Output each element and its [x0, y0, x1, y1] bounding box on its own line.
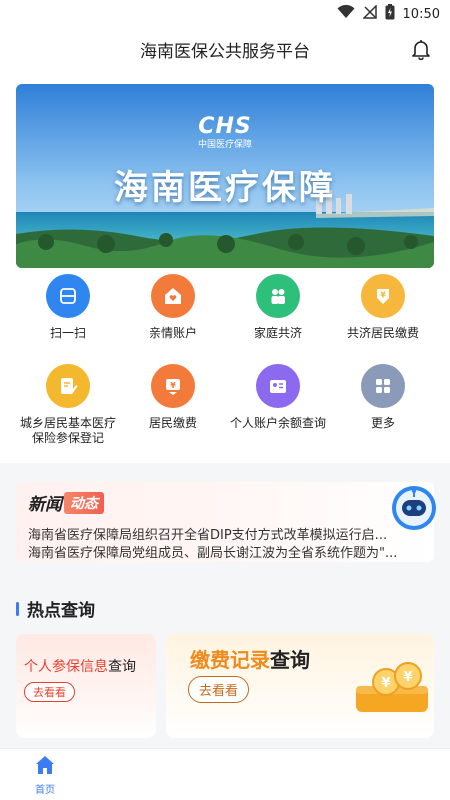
banner-carousel[interactable]: CHS 中国医疗保障 海南医疗保障 [16, 84, 434, 268]
news-header: 新闻 动态 [28, 490, 104, 515]
coin-down-icon: ¥ [361, 274, 405, 318]
edit-doc-icon [46, 364, 90, 408]
news-item[interactable]: 海南省医疗保障局党组成员、副局长谢江波为全省系统作题为"... [28, 542, 428, 561]
bell-icon[interactable] [410, 38, 432, 61]
payment-record-card[interactable]: 缴费记录查询 去看看 ¥ ¥ [166, 634, 434, 738]
svg-text:¥: ¥ [381, 676, 390, 691]
more-grid-icon [361, 364, 405, 408]
svg-text:¥: ¥ [403, 670, 412, 685]
status-bar: 10:50 [0, 0, 450, 28]
card-title-rest: 查询 [108, 659, 136, 675]
service-more[interactable]: 更多 [327, 364, 439, 431]
yuan-download-icon: ¥ [151, 364, 195, 408]
home-heart-icon [151, 274, 195, 318]
tab-home[interactable]: 首页 [22, 755, 68, 796]
family-icon [256, 274, 300, 318]
account-card-icon [256, 364, 300, 408]
hot-section-header: 热点查询 [16, 596, 95, 621]
chs-logo-subtitle: 中国医疗保障 [197, 140, 252, 150]
service-label: 家庭共济 [253, 326, 302, 340]
app-header: 海南医保公共服务平台 [0, 28, 450, 70]
service-family-account[interactable]: 亲情账户 [117, 274, 229, 341]
service-mutual-payment[interactable]: ¥ 共济居民缴费 [327, 274, 439, 341]
svg-text:¥: ¥ [170, 381, 176, 390]
service-label: 更多 [370, 416, 395, 430]
bottom-tab-bar: 首页 [0, 748, 450, 800]
service-label: 亲情账户 [148, 326, 197, 340]
news-item[interactable]: 海南省医疗保障局组织召开全省DIP支付方式改革模拟运行启... [28, 524, 428, 543]
scan-icon [46, 274, 90, 318]
card-title-rest: 查询 [270, 648, 310, 672]
service-account-balance[interactable]: 个人账户余额查询 [222, 364, 334, 431]
go-see-button[interactable]: 去看看 [188, 676, 250, 703]
no-signal-icon [361, 4, 377, 23]
chs-logo: CHS [198, 114, 252, 139]
service-label: 城乡居民基本医疗保险参保登记 [19, 416, 116, 445]
service-enrollment[interactable]: 城乡居民基本医疗保险参保登记 [12, 364, 124, 446]
news-panel[interactable]: 新闻 动态 海南省医疗保障局组织召开全省DIP支付方式改革模拟运行启... 海南… [16, 482, 434, 562]
service-label: 共济居民缴费 [346, 326, 419, 340]
service-resident-payment[interactable]: ¥ 居民缴费 [117, 364, 229, 431]
card-title: 缴费记录查询 [190, 644, 310, 673]
go-see-button[interactable]: 去看看 [24, 682, 75, 702]
tab-home-label: 首页 [35, 785, 55, 796]
section-accent-bar [16, 601, 19, 616]
assistant-robot-icon[interactable] [390, 484, 438, 532]
service-label: 居民缴费 [148, 416, 197, 430]
svg-text:¥: ¥ [380, 291, 386, 300]
service-label: 个人账户余额查询 [229, 416, 326, 430]
card-title-accent: 个人参保信息 [24, 659, 108, 675]
service-scan[interactable]: 扫一扫 [12, 274, 124, 341]
wifi-icon [337, 4, 355, 23]
banner-headline: 海南医疗保障 [114, 168, 336, 208]
page-title: 海南医保公共服务平台 [140, 41, 310, 62]
news-tag: 动态 [64, 491, 104, 514]
battery-icon [385, 4, 395, 24]
wallet-coins-icon: ¥ ¥ [352, 652, 432, 732]
service-label: 扫一扫 [49, 326, 86, 340]
home-icon [34, 755, 56, 779]
card-title: 个人参保信息查询 [24, 656, 136, 676]
card-title-accent: 缴费记录 [190, 648, 270, 672]
news-brand: 新闻 [28, 495, 62, 515]
status-time: 10:50 [402, 6, 440, 22]
hot-section-title: 热点查询 [27, 601, 95, 621]
service-family-mutual[interactable]: 家庭共济 [222, 274, 334, 341]
insurance-info-card[interactable]: 个人参保信息查询 去看看 [16, 634, 156, 738]
